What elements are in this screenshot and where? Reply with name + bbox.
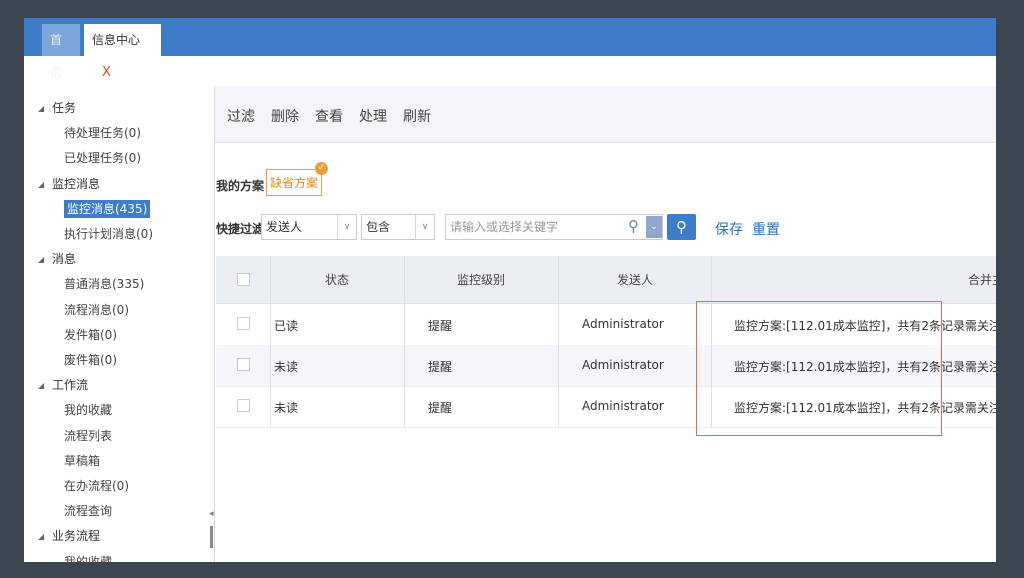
keyword-search-box: ⚲ ⌄ <box>445 214 663 240</box>
filter-field-value: 发送人 <box>266 220 303 234</box>
expand-arrow-icon[interactable]: ◢ <box>38 96 44 121</box>
chevron-down-icon: ∨ <box>415 215 434 239</box>
select-all-checkbox[interactable] <box>237 273 250 286</box>
refresh-button[interactable]: 刷新 <box>403 106 431 126</box>
sidebar-item[interactable]: 流程消息(0) <box>24 298 214 323</box>
expand-arrow-icon[interactable]: ◢ <box>38 373 44 398</box>
sender-cell: Administrator <box>582 358 664 372</box>
expand-arrow-icon[interactable]: ◢ <box>38 172 44 197</box>
tab-bar: 首页 信息中心 X <box>24 18 996 80</box>
expand-arrow-icon[interactable]: ◢ <box>38 247 44 272</box>
check-icon: ✓ <box>315 162 328 175</box>
sidebar-item-label: 废件箱(0) <box>64 353 117 367</box>
sidebar-group[interactable]: ◢ 任务 <box>24 96 214 121</box>
level-cell: 提醒 <box>428 401 453 415</box>
sidebar-item[interactable]: 执行计划消息(0) <box>24 222 214 247</box>
search-button[interactable]: ⚲ <box>667 214 696 240</box>
view-button[interactable]: 查看 <box>315 106 343 126</box>
search-icon: ⚲ <box>676 218 687 236</box>
status-cell: 未读 <box>274 401 299 415</box>
sidebar-item[interactable]: 草稿箱 <box>24 449 214 474</box>
row-checkbox[interactable] <box>237 358 250 371</box>
row-checkbox[interactable] <box>237 399 250 412</box>
sidebar-item-label: 流程列表 <box>64 428 113 443</box>
sender-cell: Administrator <box>582 399 664 413</box>
sidebar-item-label: 执行计划消息(0) <box>64 227 153 241</box>
search-icon[interactable]: ⚲ <box>628 217 639 235</box>
save-button[interactable]: 保存 <box>715 219 743 239</box>
sidebar-item[interactable]: 已处理任务(0) <box>24 146 214 171</box>
process-button[interactable]: 处理 <box>359 106 387 126</box>
my-scheme-label: 我的方案 <box>216 179 265 193</box>
table-header: 状态 监控级别 发送人 合并主 <box>216 256 996 304</box>
sidebar-group-label: 监控消息 <box>52 176 101 191</box>
highlight-box <box>696 301 942 436</box>
status-cell: 已读 <box>274 319 299 333</box>
sidebar-item-label: 流程查询 <box>64 504 113 519</box>
sidebar-item[interactable]: 我的收藏 <box>24 550 214 562</box>
collapse-arrow-icon[interactable]: ◂ <box>209 509 214 519</box>
column-merge[interactable]: 合并主 <box>968 271 996 288</box>
sidebar-item-label: 我的收藏 <box>64 403 113 418</box>
filter-operator-value: 包含 <box>366 220 391 234</box>
sidebar-item[interactable]: 在办流程(0) <box>24 474 214 499</box>
toolbar: 过滤 删除 查看 处理 刷新 <box>215 86 996 143</box>
sidebar-item[interactable]: 我的收藏 <box>24 398 214 423</box>
reset-button[interactable]: 重置 <box>752 219 780 239</box>
sidebar-group-label: 消息 <box>52 252 77 267</box>
sidebar-group[interactable]: ◢ 工作流 <box>24 373 214 398</box>
sidebar-group-label: 任务 <box>52 101 77 115</box>
close-icon[interactable]: X <box>102 65 111 80</box>
sidebar-item-label: 发件箱(0) <box>64 327 117 342</box>
tab-home-label: 首页 <box>50 33 63 79</box>
level-cell: 提醒 <box>428 360 453 374</box>
sidebar-item-label: 监控消息(435) <box>64 199 151 218</box>
sender-cell: Administrator <box>582 317 664 331</box>
row-checkbox[interactable] <box>237 317 250 330</box>
filter-button[interactable]: 过滤 <box>227 106 255 126</box>
sidebar-item[interactable]: 监控消息(435) <box>24 197 214 222</box>
default-scheme-chip[interactable]: 缺省方案 <box>266 169 322 196</box>
filter-operator-select[interactable]: 包含 ∨ <box>361 214 435 240</box>
column-level[interactable]: 监控级别 <box>405 271 557 288</box>
sidebar-item-label: 我的收藏 <box>64 554 113 562</box>
sidebar-group-label: 业务流程 <box>52 529 101 544</box>
sidebar-divider <box>214 86 215 562</box>
status-cell: 未读 <box>274 360 299 374</box>
default-scheme-label: 缺省方案 <box>269 176 318 190</box>
sidebar-group-label: 工作流 <box>52 378 89 393</box>
sidebar-group[interactable]: ◢ 业务流程 <box>24 524 214 549</box>
sidebar-item[interactable]: 流程查询 <box>24 499 214 524</box>
sidebar-item[interactable]: 流程列表 <box>24 424 214 449</box>
quick-filter-label: 快捷过滤 <box>216 222 265 236</box>
sidebar-resize-handle[interactable] <box>210 526 213 548</box>
tab-info-center-label: 信息中心 <box>92 33 141 47</box>
column-status[interactable]: 状态 <box>271 271 403 288</box>
sidebar-item-label: 已处理任务(0) <box>64 151 141 166</box>
sidebar-item-label: 待处理任务(0) <box>64 126 141 141</box>
sidebar-item-label: 普通消息(335) <box>64 277 145 292</box>
app-window: 首页 信息中心 X ◢ 任务待处理任务(0) 已处理任务(0) ◢ 监控消息监控消息(4… <box>24 18 996 562</box>
sidebar-item-label: 在办流程(0) <box>64 479 129 493</box>
sidebar-item-label: 草稿箱 <box>64 453 101 468</box>
chevron-down-icon: ∨ <box>337 215 356 239</box>
expand-arrow-icon[interactable]: ◢ <box>38 524 44 549</box>
sidebar-item[interactable]: 发件箱(0) <box>24 323 214 348</box>
filter-field-select[interactable]: 发送人 ∨ <box>261 214 357 240</box>
tab-home[interactable]: 首页 <box>42 24 80 79</box>
sidebar-tree: ◢ 任务待处理任务(0) 已处理任务(0) ◢ 监控消息监控消息(435) 执行计划消息(… <box>24 86 214 562</box>
delete-button[interactable]: 删除 <box>271 106 299 126</box>
level-cell: 提醒 <box>428 319 453 333</box>
keyword-input[interactable] <box>450 218 620 236</box>
sidebar-group[interactable]: ◢ 监控消息 <box>24 172 214 197</box>
double-chevron-down-icon[interactable]: ⌄ <box>646 216 662 238</box>
sidebar-item-label: 流程消息(0) <box>64 302 129 317</box>
sidebar-item[interactable]: 废件箱(0) <box>24 348 214 373</box>
sidebar-item[interactable]: 普通消息(335) <box>24 272 214 297</box>
tab-info-center[interactable]: 信息中心 X <box>84 24 161 80</box>
sidebar-item[interactable]: 待处理任务(0) <box>24 121 214 146</box>
sidebar-group[interactable]: ◢ 消息 <box>24 247 214 272</box>
column-sender[interactable]: 发送人 <box>559 271 711 288</box>
